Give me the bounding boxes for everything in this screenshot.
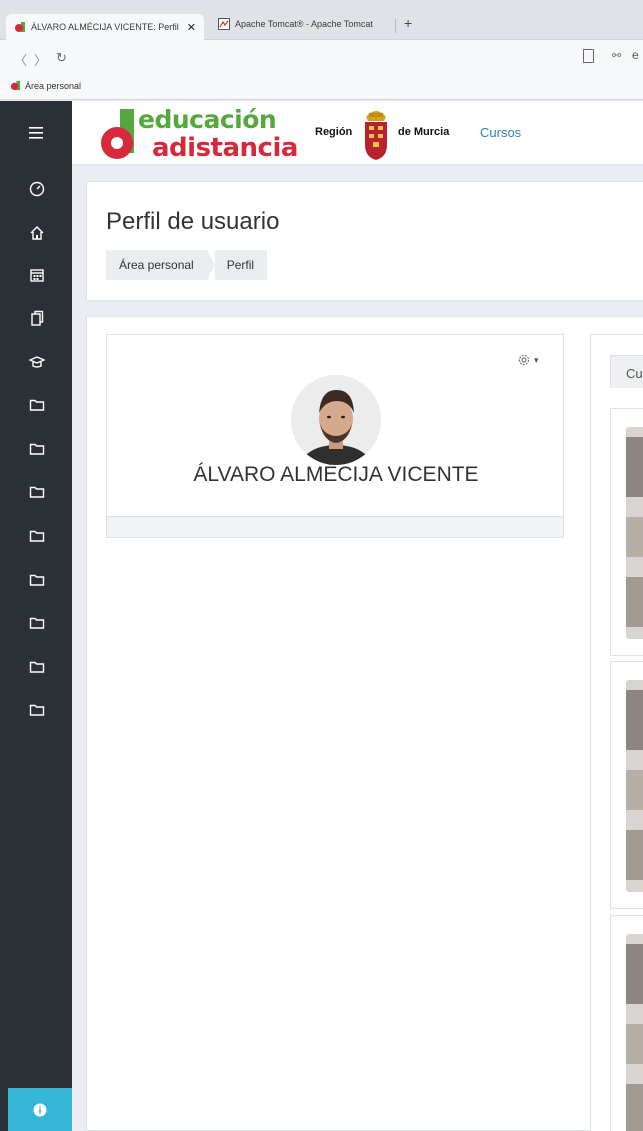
murcia-crest-icon xyxy=(365,111,387,160)
gear-icon xyxy=(518,354,530,366)
info-icon xyxy=(33,1103,47,1116)
site-favicon-icon xyxy=(15,22,25,32)
breadcrumb-item-area-personal[interactable]: Área personal xyxy=(106,250,207,280)
close-tab-icon[interactable]: ✕ xyxy=(187,21,196,34)
breadcrumb: Área personal Perfil xyxy=(106,250,268,280)
bookmark-page-icon[interactable] xyxy=(583,49,594,63)
folder-icon[interactable] xyxy=(29,659,45,675)
page-header: Perfil de usuario Área personal Perfil xyxy=(86,181,643,301)
course-card[interactable] xyxy=(610,661,643,909)
breadcrumb-separator xyxy=(206,250,215,280)
avatar xyxy=(291,375,381,465)
murcia-label: de Murcia xyxy=(398,126,450,138)
logo-text-distancia: adistancia xyxy=(152,133,298,163)
back-button[interactable]: 〈 xyxy=(14,50,27,69)
calendar-icon[interactable] xyxy=(29,267,45,283)
files-icon[interactable] xyxy=(29,310,45,326)
site-logo[interactable]: educación adistancia xyxy=(100,103,310,165)
bookmark-area-personal[interactable]: Área personal xyxy=(10,80,81,91)
course-card[interactable] xyxy=(610,915,643,1131)
tab-cursos[interactable]: Cu xyxy=(610,355,643,388)
tab-separator xyxy=(395,19,396,33)
reload-button[interactable]: ↻ xyxy=(56,50,67,66)
folder-icon[interactable] xyxy=(29,702,45,718)
site-favicon-icon xyxy=(10,80,21,91)
folder-icon[interactable] xyxy=(29,615,45,631)
profile-card: ▾ ÁLVARO ALMÉCIJA VICENTE xyxy=(106,334,564,538)
logo-mark-icon xyxy=(101,109,134,159)
tomcat-favicon-icon xyxy=(218,18,230,30)
main-content: ▾ ÁLVARO ALMÉCIJA VICENTE Cu xyxy=(86,316,643,1131)
tab-profile[interactable]: ÁLVARO ALMÉCIJA VICENTE: Perfil ✕ xyxy=(6,14,204,40)
hamburger-icon xyxy=(29,127,43,139)
site-header: educación adistancia Región de Murcia Cu… xyxy=(0,101,643,165)
bookmarks-bar: Área personal xyxy=(0,76,643,100)
course-image xyxy=(626,427,643,639)
page-title: Perfil de usuario xyxy=(106,208,280,235)
menu-toggle-button[interactable] xyxy=(0,101,72,165)
user-photo xyxy=(291,375,381,465)
folder-icon[interactable] xyxy=(29,397,45,413)
profile-actions-menu[interactable]: ▾ xyxy=(517,353,539,367)
user-full-name: ÁLVARO ALMÉCIJA VICENTE xyxy=(193,463,479,486)
chevron-down-icon: ▾ xyxy=(534,354,539,365)
breadcrumb-item-perfil[interactable]: Perfil xyxy=(214,250,268,280)
folder-icon[interactable] xyxy=(29,572,45,588)
courses-panel: Cu xyxy=(590,334,643,1131)
browser-window: ÁLVARO ALMÉCIJA VICENTE: Perfil ✕ Apache… xyxy=(0,0,643,1131)
dashboard-icon[interactable] xyxy=(29,181,45,197)
logo-text-educacion: educación xyxy=(138,105,277,134)
folder-icon[interactable] xyxy=(29,528,45,544)
site-info-icon[interactable]: ⚯ xyxy=(612,49,621,62)
nav-drawer xyxy=(0,165,72,1131)
region-label: Región xyxy=(315,126,353,138)
course-card[interactable] xyxy=(610,408,643,656)
browser-toolbar: 〈 〉 ↻ ⚯ e xyxy=(0,40,643,76)
profile-card-footer xyxy=(107,516,563,537)
course-image xyxy=(626,680,643,892)
tab-strip: ÁLVARO ALMÉCIJA VICENTE: Perfil ✕ Apache… xyxy=(0,0,643,40)
tab-title: Apache Tomcat® - Apache Tomcat xyxy=(235,19,373,29)
folder-icon[interactable] xyxy=(29,441,45,457)
new-tab-button[interactable]: + xyxy=(404,15,412,31)
bookmark-label: Área personal xyxy=(25,80,82,91)
forward-button[interactable]: 〉 xyxy=(34,50,47,69)
help-button[interactable] xyxy=(8,1088,72,1131)
home-icon[interactable] xyxy=(29,225,45,241)
folder-icon[interactable] xyxy=(29,484,45,500)
graduation-cap-icon[interactable] xyxy=(29,354,45,370)
course-image xyxy=(626,934,643,1131)
tab-title: ÁLVARO ALMÉCIJA VICENTE: Perfil xyxy=(31,22,179,32)
tab-tomcat[interactable]: Apache Tomcat® - Apache Tomcat xyxy=(210,12,400,36)
address-bar[interactable]: e xyxy=(632,48,639,62)
cursos-link[interactable]: Cursos xyxy=(480,125,521,140)
